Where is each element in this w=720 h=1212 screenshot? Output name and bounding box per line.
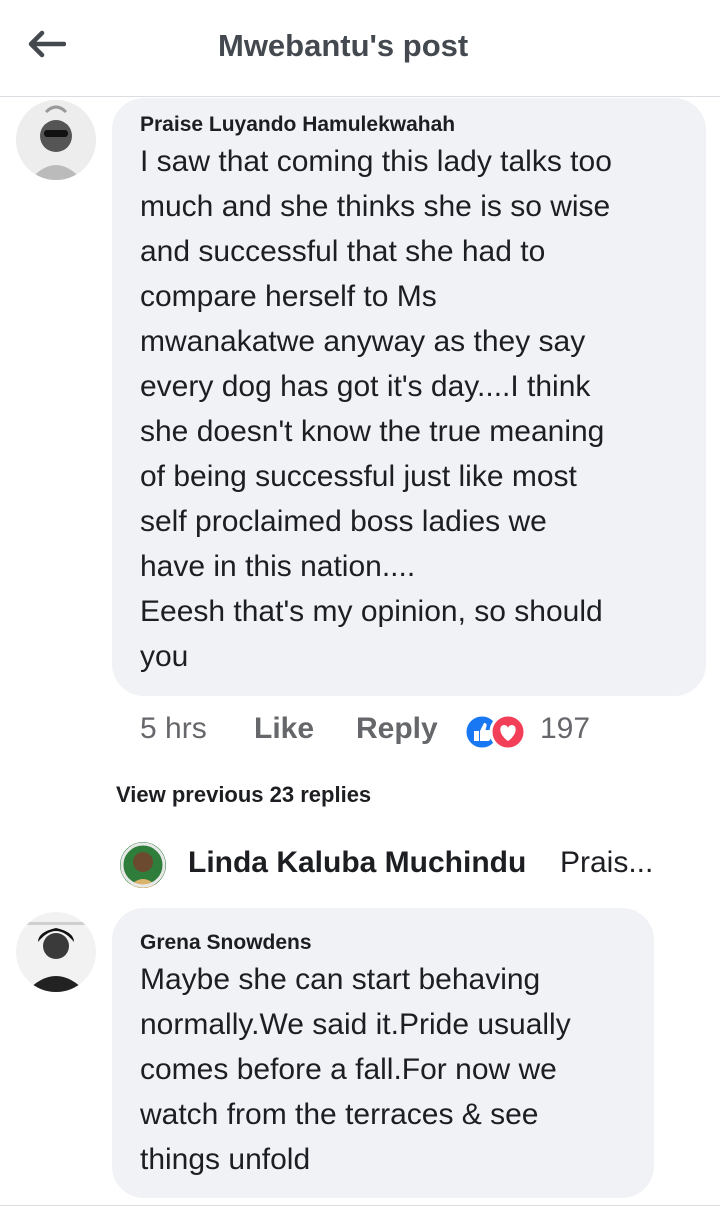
page-title: Mwebantu's post: [218, 28, 469, 63]
comment-text-line: comes before a fall.For now we: [140, 1053, 557, 1086]
comment-text-line: compare herself to Ms: [140, 280, 437, 313]
comment-author[interactable]: Grena Snowdens: [140, 931, 312, 955]
avatar[interactable]: [16, 100, 96, 180]
avatar: [120, 842, 166, 888]
comment-text-line: normally.We said it.Pride usually: [140, 1008, 571, 1041]
comment-text-line: and successful that she had to: [140, 235, 546, 268]
comment-text-line: Maybe she can start behaving: [140, 963, 541, 996]
comment-text-line: things unfold: [140, 1143, 311, 1176]
love-reaction-icon: [489, 713, 527, 751]
reply-author: Linda Kaluba Muchindu: [188, 846, 527, 879]
reactions-summary[interactable]: [462, 712, 532, 752]
reaction-count: 197: [540, 712, 591, 745]
comment-text-line: much and she thinks she is so wise: [140, 190, 611, 223]
comment-text-line: of being successful just like most: [140, 460, 577, 493]
comment-text-line: have in this nation....: [140, 550, 416, 583]
avatar[interactable]: [16, 912, 96, 992]
reply-preview[interactable]: Linda Kaluba Muchindu Prais...: [120, 838, 680, 890]
reply-button[interactable]: Reply: [356, 712, 438, 746]
divider: [0, 1205, 720, 1206]
post-header: Mwebantu's post: [0, 0, 720, 97]
comment-text-line: every dog has got it's day....I think: [140, 370, 591, 403]
comment-text-line: mwanakatwe anyway as they say: [140, 325, 586, 358]
comment-text-line: I saw that coming this lady talks too: [140, 145, 612, 178]
view-previous-replies[interactable]: View previous 23 replies: [116, 782, 371, 808]
comment-text-line: watch from the terraces & see: [140, 1098, 539, 1131]
back-button[interactable]: [22, 24, 70, 64]
back-arrow-icon: [28, 30, 66, 58]
comment-timestamp: 5 hrs: [140, 712, 207, 745]
like-button[interactable]: Like: [254, 712, 314, 746]
comment-author[interactable]: Praise Luyando Hamulekwahah: [140, 113, 455, 137]
comment-text-line: you: [140, 640, 189, 673]
reply-snippet: Prais...: [560, 846, 654, 879]
comment-text-line: self proclaimed boss ladies we: [140, 505, 547, 538]
comment-text-line: she doesn't know the true meaning: [140, 415, 605, 448]
comment-text-line: Eeesh that's my opinion, so should: [140, 595, 603, 628]
